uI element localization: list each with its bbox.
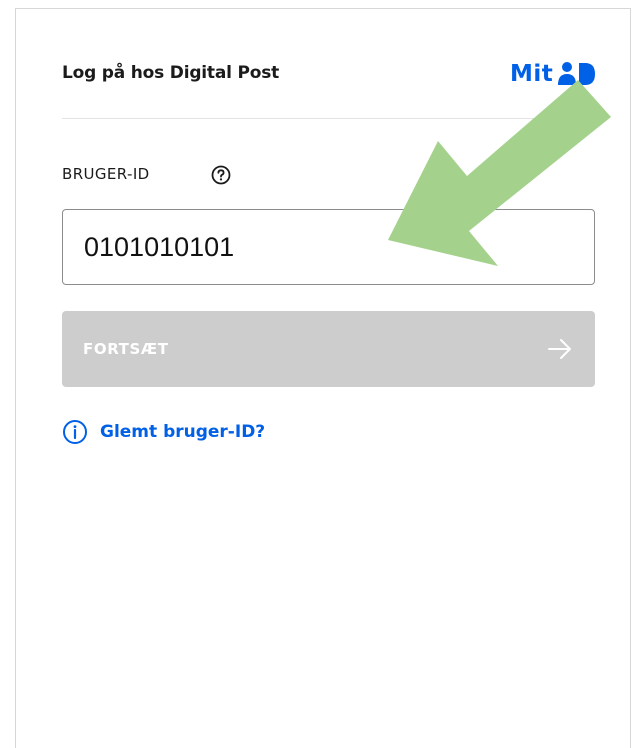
page-title: Log på hos Digital Post [62,63,280,83]
userid-label: BRUGER-ID [62,165,150,183]
pointer-arrow-icon [388,80,611,266]
continue-label: FORTSÆT [83,340,169,358]
arrow-right-icon [548,339,571,359]
forgot-userid-label: Glemt bruger-ID? [100,422,266,442]
question-circle-icon[interactable] [210,164,232,186]
forgot-userid-link[interactable]: Glemt bruger-ID? [62,419,265,445]
continue-button[interactable]: FORTSÆT [62,311,595,387]
info-circle-icon [63,420,87,444]
